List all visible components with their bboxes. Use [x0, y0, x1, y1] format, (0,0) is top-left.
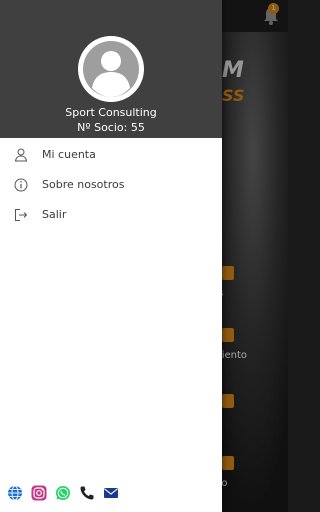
logout-icon — [15, 209, 28, 221]
menu-item-label: Mi cuenta — [42, 148, 96, 161]
member-number: Nº Socio: 55 — [77, 121, 145, 134]
menu-item-sobre-nosotros[interactable]: Sobre nosotros — [0, 170, 222, 200]
instagram-icon[interactable] — [31, 485, 47, 501]
whatsapp-icon[interactable] — [55, 485, 71, 501]
drawer-header: Sport Consulting Nº Socio: 55 — [0, 0, 222, 138]
menu-item-salir[interactable]: Salir — [0, 200, 222, 230]
navigation-drawer: Sport Consulting Nº Socio: 55 Mi cuenta … — [0, 0, 222, 512]
avatar[interactable] — [78, 36, 144, 102]
info-icon — [14, 178, 28, 192]
menu-item-label: Sobre nosotros — [42, 178, 125, 191]
menu-item-label: Salir — [42, 208, 67, 221]
profile-name: Sport Consulting — [65, 106, 157, 119]
globe-icon[interactable] — [7, 485, 23, 501]
email-icon[interactable] — [103, 485, 119, 501]
person-icon — [14, 148, 28, 162]
phone-icon[interactable] — [79, 485, 95, 501]
default-avatar-icon — [80, 38, 142, 100]
menu-item-mi-cuenta[interactable]: Mi cuenta — [0, 140, 222, 170]
